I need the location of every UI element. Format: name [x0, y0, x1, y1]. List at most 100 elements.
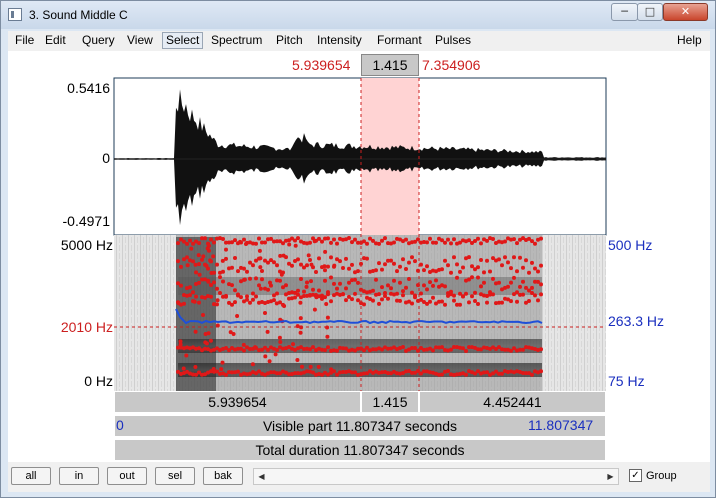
menu-select[interactable]: Select: [162, 32, 204, 49]
formant-dot: [296, 288, 300, 293]
zoom-in-button[interactable]: in: [59, 467, 99, 485]
formant-dot: [401, 345, 405, 349]
formant-dot: [371, 288, 375, 293]
formant-dot: [248, 260, 252, 265]
formant-dot: [200, 257, 204, 262]
formant-dot: [191, 290, 195, 295]
scroll-right-icon[interactable]: ▶: [603, 469, 618, 484]
formant-dot: [182, 301, 186, 306]
formant-dot: [299, 277, 303, 281]
formant-dot: [184, 353, 189, 358]
formant-dot: [452, 293, 456, 298]
formant-dot: [207, 248, 211, 253]
formant-dot: [341, 292, 345, 297]
formant-dot: [269, 236, 273, 241]
formant-dot: [263, 354, 268, 359]
formant-dot: [527, 270, 531, 275]
editor-area: 5.939654 1.415 7.354906 0.5416 0 -0.4971…: [8, 51, 710, 462]
formant-dot: [392, 240, 396, 245]
formant-dot: [311, 287, 315, 292]
formant-dot: [197, 272, 202, 277]
formant-dot: [188, 285, 192, 290]
formant-dot: [274, 301, 279, 306]
formant-dot: [197, 241, 201, 246]
formant-dot: [329, 255, 333, 260]
formant-dot: [309, 262, 314, 267]
menu-query[interactable]: Query: [79, 33, 118, 48]
formant-dot: [539, 347, 543, 352]
formant-dot: [265, 329, 270, 334]
formant-dot: [206, 279, 211, 284]
time-bar-right[interactable]: 4.452441: [419, 391, 606, 413]
formant-dot: [380, 267, 384, 272]
formant-dot: [386, 283, 390, 288]
formant-dot: [212, 240, 216, 245]
minimize-button[interactable]: ─: [611, 3, 638, 21]
formant-dot: [407, 277, 411, 281]
menu-pitch[interactable]: Pitch: [273, 33, 306, 48]
zoom-back-button[interactable]: bak: [203, 467, 243, 485]
menu-view[interactable]: View: [124, 33, 156, 48]
formant-dot: [326, 290, 330, 295]
scroll-left-icon[interactable]: ◀: [254, 469, 269, 484]
time-bar-left[interactable]: 5.939654: [114, 391, 361, 413]
formant-dot: [383, 236, 387, 241]
zoom-selection-button[interactable]: sel: [155, 467, 195, 485]
formant-dot: [506, 284, 510, 289]
formant-dot: [461, 294, 465, 299]
formant-dot: [515, 290, 519, 295]
formant-dot: [224, 372, 228, 377]
horizontal-scrollbar[interactable]: ◀ ▶: [253, 468, 619, 485]
formant-dot: [515, 299, 519, 304]
formant-dot: [221, 237, 225, 241]
formant-dot: [218, 291, 222, 295]
menu-edit[interactable]: Edit: [42, 33, 69, 48]
menu-help[interactable]: Help: [674, 33, 705, 48]
zoom-all-button[interactable]: all: [11, 467, 51, 485]
menu-file[interactable]: File: [12, 33, 37, 48]
formant-dot: [446, 369, 450, 373]
formant-dot: [380, 238, 384, 243]
formant-dot: [539, 292, 543, 297]
formant-dot: [413, 346, 417, 350]
formant-dot: [428, 236, 432, 241]
signal-display[interactable]: [8, 51, 710, 391]
group-checkbox[interactable]: ✓: [629, 469, 642, 482]
total-duration-bar[interactable]: Total duration 11.807347 seconds: [114, 439, 606, 461]
formant-dot: [218, 275, 222, 280]
formant-dot: [323, 278, 327, 283]
close-button[interactable]: ✕: [663, 3, 708, 21]
formant-dot: [272, 293, 276, 298]
formant-dot: [539, 263, 543, 268]
formant-dot: [461, 346, 465, 351]
formant-dot: [446, 263, 450, 268]
formant-dot: [251, 297, 255, 302]
maximize-button[interactable]: □: [637, 3, 663, 21]
menu-pulses[interactable]: Pulses: [432, 33, 474, 48]
title-bar[interactable]: 3. Sound Middle C ─ □ ✕: [1, 1, 715, 29]
formant-dot: [440, 267, 444, 272]
formant-dot: [413, 259, 417, 264]
zoom-out-button[interactable]: out: [107, 467, 147, 485]
formant-dot: [440, 299, 444, 304]
menu-intensity[interactable]: Intensity: [314, 33, 365, 48]
menu-formant[interactable]: Formant: [374, 33, 425, 48]
formant-dot: [242, 266, 246, 271]
formant-dot: [196, 253, 201, 258]
formant-dot: [500, 300, 504, 305]
formant-dot: [326, 345, 330, 350]
formant-dot: [332, 237, 336, 242]
formant-dot: [530, 285, 534, 290]
formant-dot: [278, 278, 282, 283]
formant-dot: [300, 364, 304, 369]
formant-dot: [449, 270, 453, 275]
formant-dot: [377, 261, 381, 266]
formant-dot: [244, 242, 248, 246]
formant-dot: [362, 302, 366, 307]
menu-spectrum[interactable]: Spectrum: [208, 33, 265, 48]
formant-dot: [312, 239, 317, 244]
time-bar-selection[interactable]: 1.415: [361, 391, 419, 413]
window-title: 3. Sound Middle C: [29, 8, 128, 22]
formant-dot: [284, 283, 288, 288]
formant-dot: [401, 257, 405, 262]
